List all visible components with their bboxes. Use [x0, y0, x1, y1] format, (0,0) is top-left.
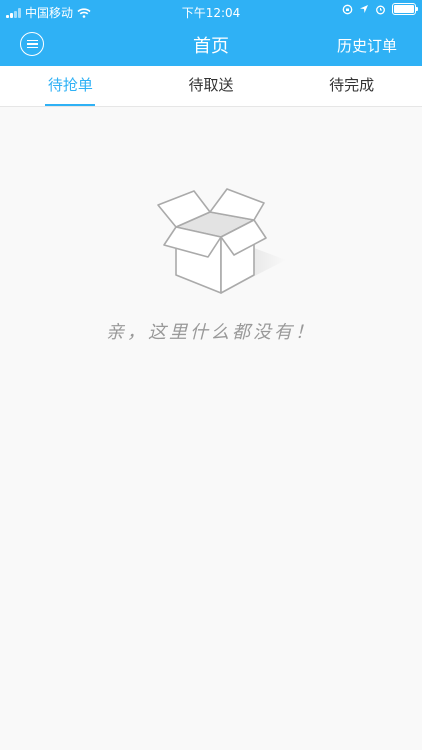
order-tabs: 待抢单 待取送 待完成	[0, 66, 422, 107]
alarm-icon	[376, 5, 385, 14]
empty-state: 亲，这里什么都没有！	[0, 175, 422, 344]
history-orders-link[interactable]: 历史订单	[337, 35, 397, 56]
tab-pending-complete[interactable]: 待完成	[281, 66, 422, 106]
empty-box-icon	[157, 188, 286, 294]
status-bar: 中国移动 下午12:04	[0, 0, 422, 22]
rotation-lock-icon	[342, 4, 353, 14]
status-right	[342, 3, 418, 15]
nav-bar: 首页 历史订单	[0, 22, 422, 66]
location-icon	[360, 5, 368, 13]
empty-message: 亲，这里什么都没有！	[106, 322, 316, 343]
battery-icon	[392, 3, 418, 15]
tab-pending-grab[interactable]: 待抢单	[0, 66, 141, 106]
tab-pickup-delivery[interactable]: 待取送	[141, 66, 282, 106]
